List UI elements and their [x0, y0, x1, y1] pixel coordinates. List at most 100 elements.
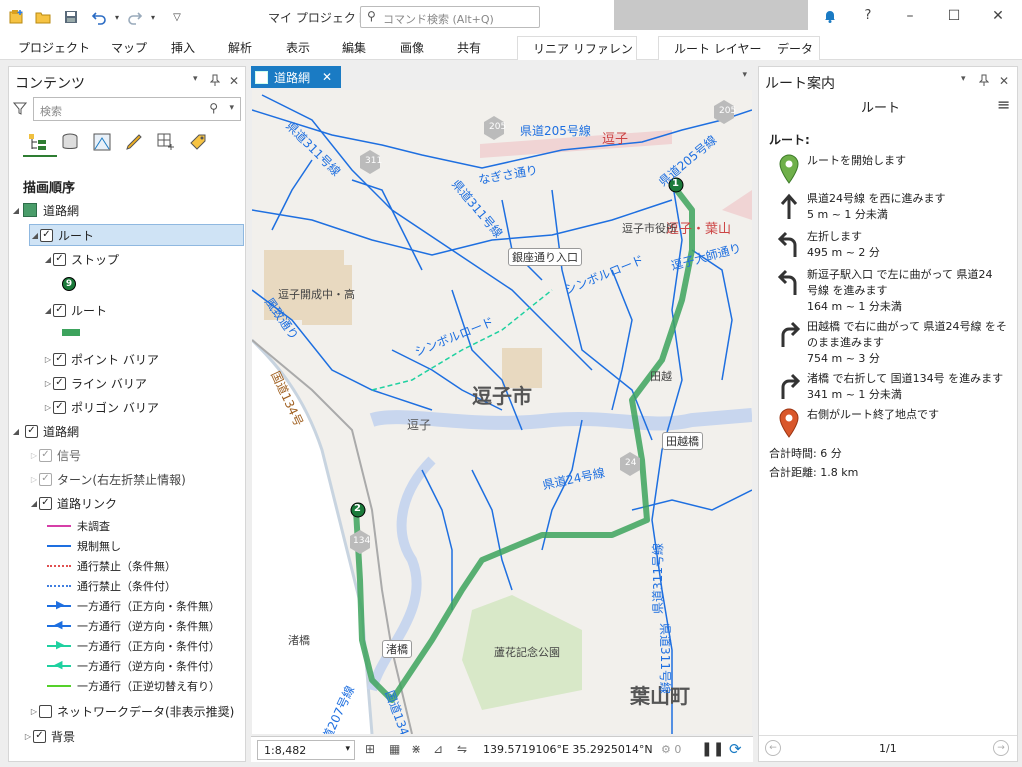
customize-toolbar-icon[interactable]: ▽	[168, 8, 186, 26]
tab-project[interactable]: プロジェクト	[18, 39, 90, 56]
tree-route-layer-row[interactable]: ◢ ✓ ルート	[29, 224, 244, 246]
maximize-button[interactable]: ☐	[944, 8, 964, 26]
tab-imagery[interactable]: 画像	[400, 39, 424, 56]
filter-icon[interactable]	[12, 101, 28, 118]
tree-road-link-row[interactable]: ◢ ✓ 道路リンク	[29, 492, 117, 514]
tab-share[interactable]: 共有	[457, 39, 481, 56]
selected-features-count[interactable]: ⚙ 0	[661, 743, 681, 756]
save-icon[interactable]	[62, 8, 80, 26]
list-by-selection-icon[interactable]	[155, 131, 177, 153]
close-pane-icon[interactable]: ✕	[999, 74, 1009, 88]
direction-step-7[interactable]: 右側がルート終了地点です	[763, 407, 1015, 443]
point-barrier-checkbox[interactable]: ✓	[53, 352, 66, 366]
help-button[interactable]: ?	[858, 8, 878, 26]
contents-search-input[interactable]: 検索 ⚲ ▾	[33, 97, 241, 121]
navigation-icon[interactable]: ⇋	[457, 742, 467, 756]
tree-network-data-row[interactable]: ▷ ネットワークデータ(非表示推奨)	[29, 700, 234, 722]
signin-area[interactable]	[614, 0, 808, 30]
table-tool-icon[interactable]: ▦	[389, 742, 400, 756]
constraints-icon[interactable]: ⊿	[433, 742, 443, 756]
notification-icon[interactable]	[820, 8, 840, 26]
map-canvas[interactable]: 205 205 311 134 24 1 2 逗子市 葉山町 逗子 逗子 逗子・…	[252, 90, 752, 734]
tree-route-sub-row[interactable]: ◢ ✓ ルート	[43, 299, 107, 321]
direction-step-6[interactable]: 渚橋 で右折して 国道134号 を進みます 341 m ~ 1 分未満	[763, 371, 1015, 407]
collapse-icon[interactable]: ◢	[43, 306, 53, 315]
expand-icon[interactable]: ▷	[43, 379, 53, 388]
snapping-icon[interactable]: ⋇	[411, 742, 421, 756]
pin-icon[interactable]	[209, 74, 221, 89]
tab-insert[interactable]: 挿入	[171, 39, 195, 56]
scale-selector[interactable]: 1:8,482 ▾	[257, 740, 355, 760]
open-folder-icon[interactable]	[34, 8, 52, 26]
pane-options-icon[interactable]: ▾	[193, 74, 198, 84]
new-project-icon[interactable]	[8, 8, 26, 26]
expand-icon[interactable]: ▷	[29, 475, 39, 484]
direction-step-5[interactable]: 田越橋 で右に曲がって 県道24号線 をそ のまま進みます 754 m ~ 3 …	[763, 319, 1015, 369]
list-by-labeling-icon[interactable]	[187, 131, 209, 153]
tab-view[interactable]: 表示	[286, 39, 310, 56]
expand-icon[interactable]: ▷	[29, 451, 39, 460]
collapse-icon[interactable]: ◢	[11, 206, 21, 215]
direction-step-4[interactable]: 新逗子駅入口 で左に曲がって 県道24 号線 を進みます 164 m ~ 1 分…	[763, 267, 1015, 317]
background-checkbox[interactable]: ✓	[33, 729, 46, 743]
list-by-drawing-order-icon[interactable]	[27, 131, 49, 153]
tab-data[interactable]: データ	[777, 40, 813, 57]
tree-polygon-barrier-row[interactable]: ▷ ✓ ポリゴン バリア	[43, 396, 159, 418]
direction-step-2[interactable]: 県道24号線 を西に進みます 5 m ~ 1 分未満	[763, 191, 1015, 227]
tree-stops-row[interactable]: ◢ ✓ ストップ	[43, 248, 119, 270]
scale-dropdown-icon[interactable]: ▾	[345, 744, 350, 754]
tab-map-view[interactable]: 道路網 ✕	[251, 66, 341, 88]
collapse-icon[interactable]: ◢	[11, 427, 21, 436]
refresh-icon[interactable]: ⟳	[729, 740, 742, 758]
previous-page-button[interactable]: ←	[765, 740, 781, 756]
tree-line-barrier-row[interactable]: ▷ ✓ ライン バリア	[43, 372, 147, 394]
expand-icon[interactable]: ▷	[43, 355, 53, 364]
tree-turn-row[interactable]: ▷ ✓ ターン(右左折禁止情報)	[29, 468, 186, 490]
close-window-button[interactable]: ✕	[988, 8, 1008, 26]
direction-step-1[interactable]: ルートを開始します	[763, 153, 1015, 189]
collapse-icon[interactable]: ◢	[43, 255, 53, 264]
tab-map[interactable]: マップ	[111, 39, 147, 56]
menu-icon[interactable]: ≡	[997, 95, 1010, 114]
pin-icon[interactable]	[978, 74, 990, 89]
close-tab-icon[interactable]: ✕	[322, 70, 332, 84]
expand-icon[interactable]: ▷	[23, 732, 33, 741]
stops-checkbox[interactable]: ✓	[53, 252, 66, 266]
signal-checkbox[interactable]: ✓	[39, 448, 52, 462]
undo-icon[interactable]	[90, 8, 108, 26]
network-data-checkbox[interactable]	[39, 704, 52, 718]
search-dropdown-icon[interactable]: ▾	[229, 103, 234, 113]
tab-route-layer[interactable]: ルート レイヤー	[674, 40, 761, 57]
polygon-barrier-checkbox[interactable]: ✓	[53, 400, 66, 414]
expand-icon[interactable]: ▷	[29, 707, 39, 716]
close-pane-icon[interactable]: ✕	[229, 74, 239, 88]
route-sub-checkbox[interactable]: ✓	[53, 303, 66, 317]
list-by-source-icon[interactable]	[59, 131, 81, 153]
collapse-icon[interactable]: ◢	[29, 499, 39, 508]
redo-dropdown-icon[interactable]: ▾	[144, 8, 162, 26]
expand-icon[interactable]: ▷	[43, 403, 53, 412]
tree-map-row[interactable]: ◢ 道路網	[11, 199, 79, 221]
tree-signal-row[interactable]: ▷ ✓ 信号	[29, 444, 81, 466]
tab-linear-referencing[interactable]: リニア リファレンス	[517, 36, 637, 73]
next-page-button[interactable]: →	[993, 740, 1009, 756]
road-link-checkbox[interactable]: ✓	[39, 496, 52, 510]
grid-tool-icon[interactable]: ⊞	[365, 742, 375, 756]
route-layer-checkbox[interactable]: ✓	[40, 228, 53, 242]
list-by-editing-icon[interactable]	[91, 131, 113, 153]
pause-drawing-icon[interactable]: ❚❚	[701, 741, 724, 757]
tab-analysis[interactable]: 解析	[228, 39, 252, 56]
pane-options-icon[interactable]: ▾	[961, 74, 966, 84]
list-by-snapping-icon[interactable]	[123, 131, 145, 153]
minimize-button[interactable]: –	[900, 8, 920, 26]
tab-edit[interactable]: 編集	[342, 39, 366, 56]
redo-icon[interactable]	[126, 8, 144, 26]
turn-checkbox[interactable]: ✓	[39, 472, 52, 486]
direction-step-3[interactable]: 左折します 495 m ~ 2 分	[763, 229, 1015, 265]
command-search-input[interactable]: ⚲ コマンド検索 (Alt+Q)	[360, 6, 540, 28]
collapse-icon[interactable]: ◢	[30, 231, 40, 240]
tab-list-dropdown-icon[interactable]: ▾	[742, 70, 747, 80]
tree-point-barrier-row[interactable]: ▷ ✓ ポイント バリア	[43, 348, 159, 370]
line-barrier-checkbox[interactable]: ✓	[53, 376, 66, 390]
undo-dropdown-icon[interactable]: ▾	[108, 8, 126, 26]
